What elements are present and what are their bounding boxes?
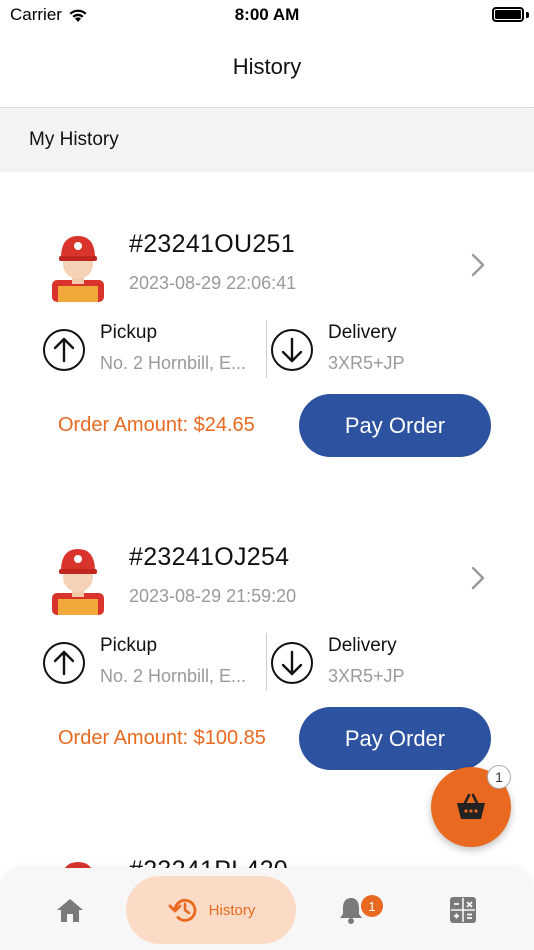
basket-icon <box>457 793 485 819</box>
chevron-right-icon[interactable] <box>468 252 488 278</box>
battery-icon <box>492 7 524 22</box>
tab-bar: History 1 <box>0 868 534 950</box>
tab-history[interactable]: History <box>126 876 296 944</box>
order-card[interactable]: #23241OU251 2023-08-29 22:06:41 Pickup N… <box>0 172 534 462</box>
arrow-down-circle-icon <box>271 329 313 371</box>
delivery-label: Delivery <box>328 635 397 656</box>
cart-count-badge: 1 <box>487 765 511 789</box>
order-id: #23241OJ254 <box>129 543 290 571</box>
delivery-label: Delivery <box>328 322 397 343</box>
order-card[interactable]: #23241OJ254 2023-08-29 21:59:20 Pickup N… <box>0 485 534 775</box>
bell-icon <box>340 898 362 924</box>
section-header: My History <box>0 109 534 172</box>
home-icon <box>57 899 83 922</box>
pay-order-button[interactable]: Pay Order <box>299 707 491 770</box>
order-amount: Order Amount: $100.85 <box>58 727 266 749</box>
nav-header: History <box>0 30 534 108</box>
chevron-right-icon[interactable] <box>468 565 488 591</box>
history-icon <box>168 898 197 922</box>
section-title: My History <box>29 129 119 150</box>
order-date: 2023-08-29 22:06:41 <box>129 273 297 293</box>
arrow-up-circle-icon <box>43 329 85 371</box>
pickup-address: No. 2 Hornbill, E... <box>100 666 247 686</box>
arrow-down-circle-icon <box>271 642 313 684</box>
pickup-label: Pickup <box>100 322 158 343</box>
notification-badge: 1 <box>361 895 383 917</box>
divider <box>266 633 267 691</box>
tab-calculator[interactable] <box>443 890 483 930</box>
clock: 8:00 AM <box>234 5 300 24</box>
page-title: History <box>232 54 302 79</box>
pay-order-button[interactable]: Pay Order <box>299 394 491 457</box>
status-bar: Carrier 8:00 AM <box>0 0 534 30</box>
courier-avatar-icon <box>52 549 104 615</box>
delivery-address: 3XR5+JP <box>328 666 405 686</box>
tab-history-label: History <box>208 901 256 919</box>
arrow-up-circle-icon <box>43 642 85 684</box>
courier-avatar-icon <box>52 236 104 302</box>
tab-home[interactable] <box>50 890 90 930</box>
pickup-label: Pickup <box>100 635 158 656</box>
order-id: #23241OU251 <box>129 230 295 258</box>
order-date: 2023-08-29 21:59:20 <box>129 586 297 606</box>
calculator-icon <box>450 897 476 923</box>
order-amount: Order Amount: $24.65 <box>58 414 255 436</box>
delivery-address: 3XR5+JP <box>328 353 405 373</box>
pickup-address: No. 2 Hornbill, E... <box>100 353 247 373</box>
battery-tip <box>526 12 529 18</box>
divider <box>266 320 267 378</box>
